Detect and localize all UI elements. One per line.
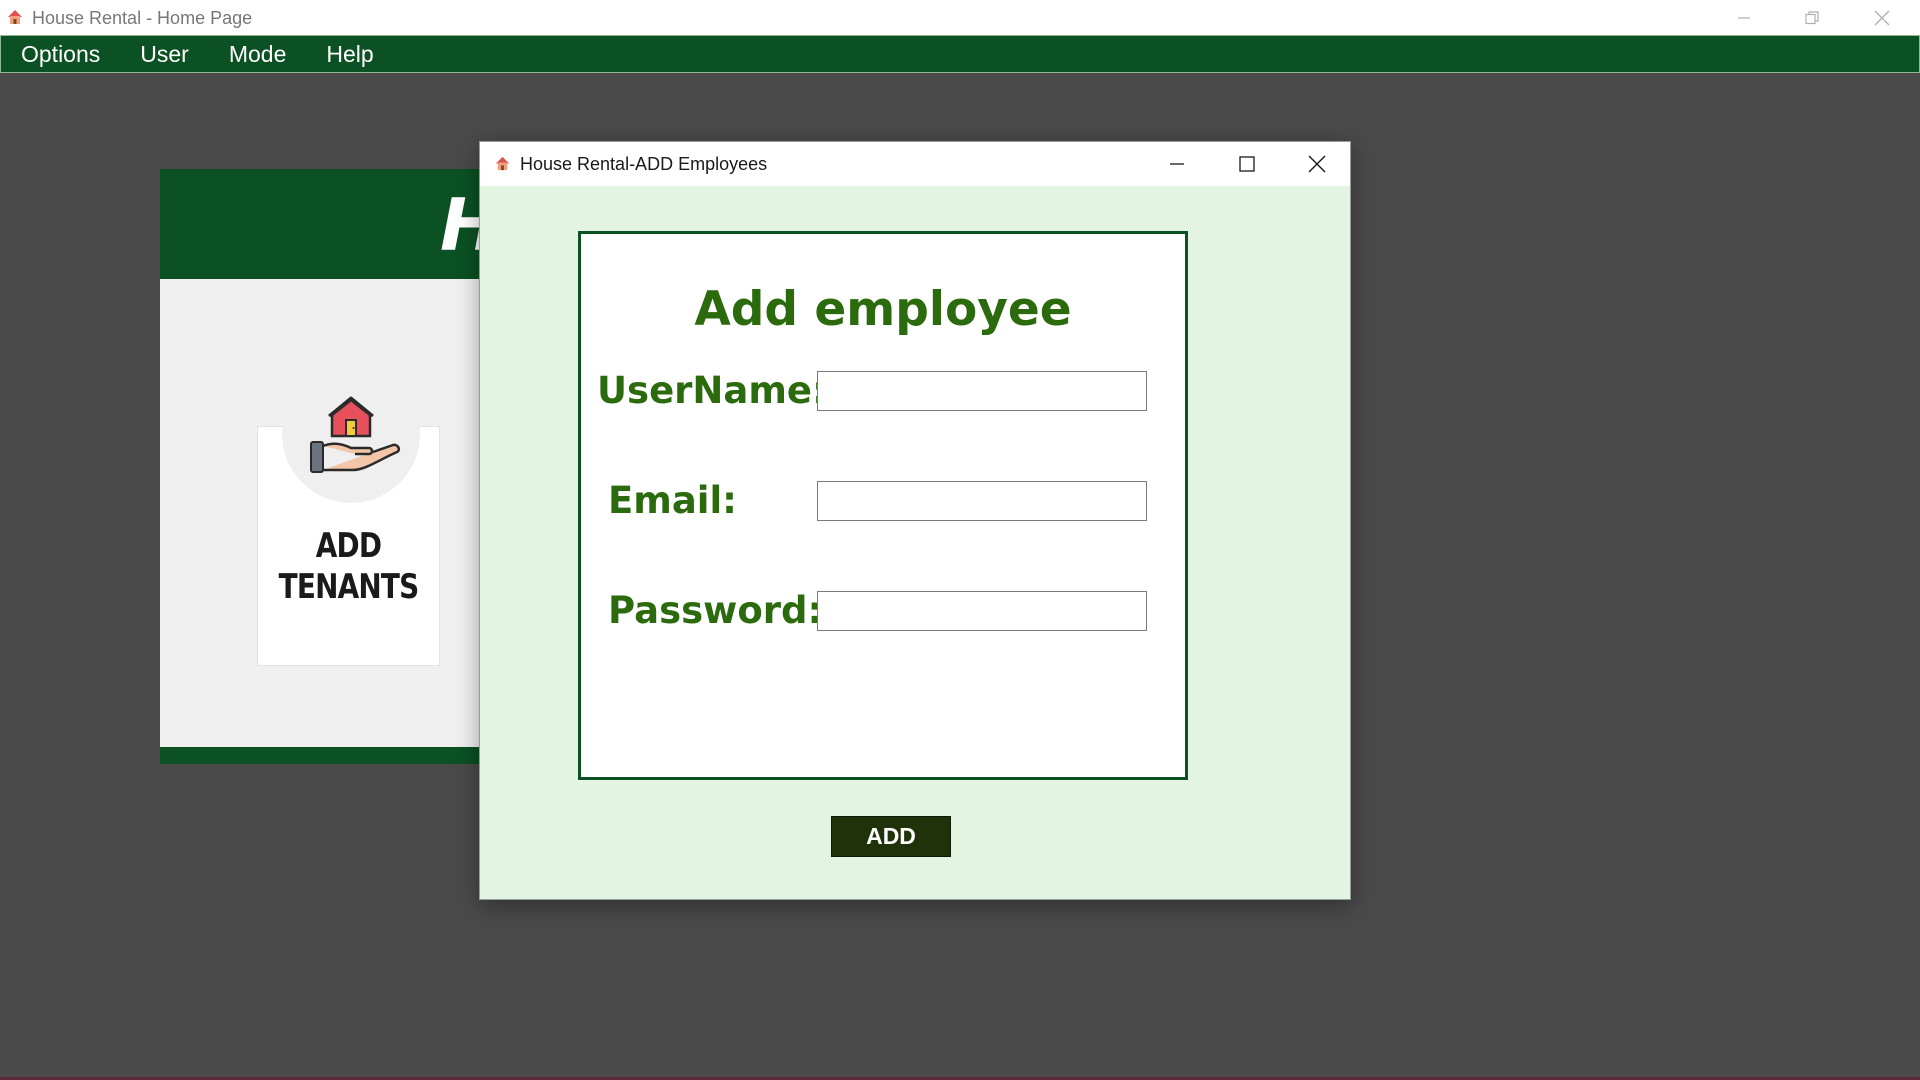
dialog-title-bar: House Rental-ADD Employees (480, 142, 1350, 186)
add-employee-dialog: House Rental-ADD Employees Add employee … (479, 141, 1351, 900)
add-button[interactable]: ADD (831, 816, 951, 857)
dialog-title: House Rental-ADD Employees (520, 154, 768, 174)
email-label: Email: (608, 479, 737, 522)
tenant-icon-circle (282, 365, 420, 503)
maximize-icon (1239, 156, 1255, 172)
username-label: UserName: (597, 369, 827, 412)
close-icon (1874, 10, 1890, 25)
home-header: H (160, 169, 520, 279)
form-title: Add employee (694, 282, 1072, 337)
email-input[interactable] (817, 481, 1147, 521)
add-tenants-label-line1: ADD (315, 526, 382, 566)
password-input[interactable] (817, 591, 1147, 631)
minimize-icon (1738, 16, 1750, 19)
house-icon (6, 8, 24, 26)
main-window-title: House Rental - Home Page (32, 8, 253, 28)
password-label: Password: (608, 589, 823, 632)
minimize-button[interactable] (1710, 0, 1778, 35)
close-icon (1308, 155, 1326, 173)
username-input[interactable] (817, 371, 1147, 411)
restore-icon (1805, 10, 1819, 24)
main-title-bar: House Rental - Home Page (0, 0, 1920, 35)
menu-item-help[interactable]: Help (306, 35, 393, 73)
menu-item-mode[interactable]: Mode (209, 35, 307, 73)
restore-button[interactable] (1778, 0, 1846, 35)
menu-item-options[interactable]: Options (1, 35, 120, 73)
home-footer-bar (160, 747, 520, 764)
minimize-icon (1170, 163, 1184, 165)
house-icon (494, 155, 511, 172)
add-tenants-label: ADD TENANTS (273, 526, 423, 608)
close-button[interactable] (1848, 0, 1916, 35)
employee-form: Add employee UserName: Email: Password: (578, 231, 1188, 780)
menu-item-user[interactable]: User (120, 35, 209, 73)
dialog-close-button[interactable] (1282, 142, 1352, 186)
add-tenants-label-line2: TENANTS (278, 567, 419, 607)
dialog-maximize-button[interactable] (1212, 142, 1282, 186)
house-in-hand-icon (310, 396, 401, 473)
menu-bar: Options User Mode Help (0, 35, 1920, 73)
dialog-minimize-button[interactable] (1142, 142, 1212, 186)
